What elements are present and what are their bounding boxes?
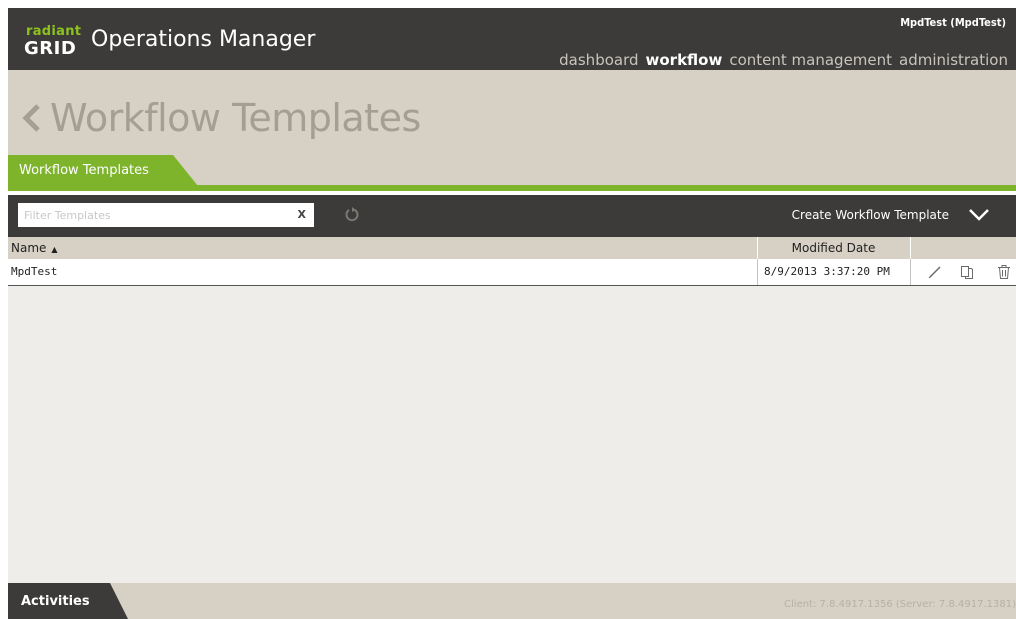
page-header: Workflow Templates Workflow Templates bbox=[8, 70, 1016, 186]
column-header-name[interactable]: Name ▲ bbox=[11, 237, 58, 259]
filter-box: X bbox=[18, 203, 314, 227]
main-nav: dashboard workflow content management ad… bbox=[559, 51, 1008, 82]
radiant-grid-logo[interactable]: radiant GRID bbox=[23, 24, 81, 60]
top-bar: radiant GRID Operations Manager MpdTest … bbox=[8, 8, 1016, 82]
user-name[interactable]: MpdTest (MpdTest) bbox=[900, 16, 1006, 29]
cell-modified-date: 8/9/2013 3:37:20 PM bbox=[764, 265, 890, 278]
app-window: radiant GRID Operations Manager MpdTest … bbox=[8, 8, 1016, 619]
filter-input[interactable] bbox=[18, 203, 284, 227]
column-label-name: Name bbox=[11, 241, 47, 255]
activities-tab[interactable]: Activities bbox=[8, 583, 128, 619]
table-row[interactable]: MpdTest 8/9/2013 3:37:20 PM bbox=[8, 259, 1016, 286]
back-icon[interactable] bbox=[18, 98, 48, 138]
cell-divider bbox=[757, 259, 758, 285]
page-title: Workflow Templates bbox=[50, 96, 421, 140]
sort-ascending-icon: ▲ bbox=[51, 245, 58, 254]
table-header: Name ▲ Modified Date bbox=[8, 237, 1016, 259]
column-header-modified-date[interactable]: Modified Date bbox=[757, 237, 910, 259]
nav-dashboard[interactable]: dashboard bbox=[559, 51, 638, 69]
logo-top-text: radiant bbox=[26, 24, 82, 39]
app-title: Operations Manager bbox=[91, 27, 316, 52]
nav-administration[interactable]: administration bbox=[899, 51, 1008, 69]
delete-icon[interactable] bbox=[996, 264, 1012, 280]
refresh-icon[interactable] bbox=[344, 206, 360, 222]
cell-divider bbox=[910, 259, 911, 285]
nav-content-management[interactable]: content management bbox=[729, 51, 892, 69]
activities-label: Activities bbox=[21, 594, 90, 609]
cell-name: MpdTest bbox=[11, 265, 58, 278]
copy-icon[interactable] bbox=[959, 264, 975, 280]
clear-filter-button[interactable]: X bbox=[298, 208, 306, 221]
chevron-down-icon[interactable] bbox=[968, 207, 990, 223]
nav-workflow[interactable]: workflow bbox=[646, 51, 722, 82]
tab-label: Workflow Templates bbox=[19, 163, 149, 178]
footer-bar: Activities Client: 7.8.4917.1356 (Server… bbox=[8, 583, 1016, 619]
toolbar: X Create Workflow Template bbox=[8, 195, 1016, 237]
column-divider bbox=[910, 237, 911, 259]
tab-workflow-templates[interactable]: Workflow Templates bbox=[8, 155, 198, 186]
logo-bottom-text: GRID bbox=[24, 38, 77, 59]
version-info: Client: 7.8.4917.1356 (Server: 7.8.4917.… bbox=[784, 599, 1016, 610]
edit-icon[interactable] bbox=[927, 264, 943, 280]
create-workflow-template-button[interactable]: Create Workflow Template bbox=[792, 208, 949, 222]
